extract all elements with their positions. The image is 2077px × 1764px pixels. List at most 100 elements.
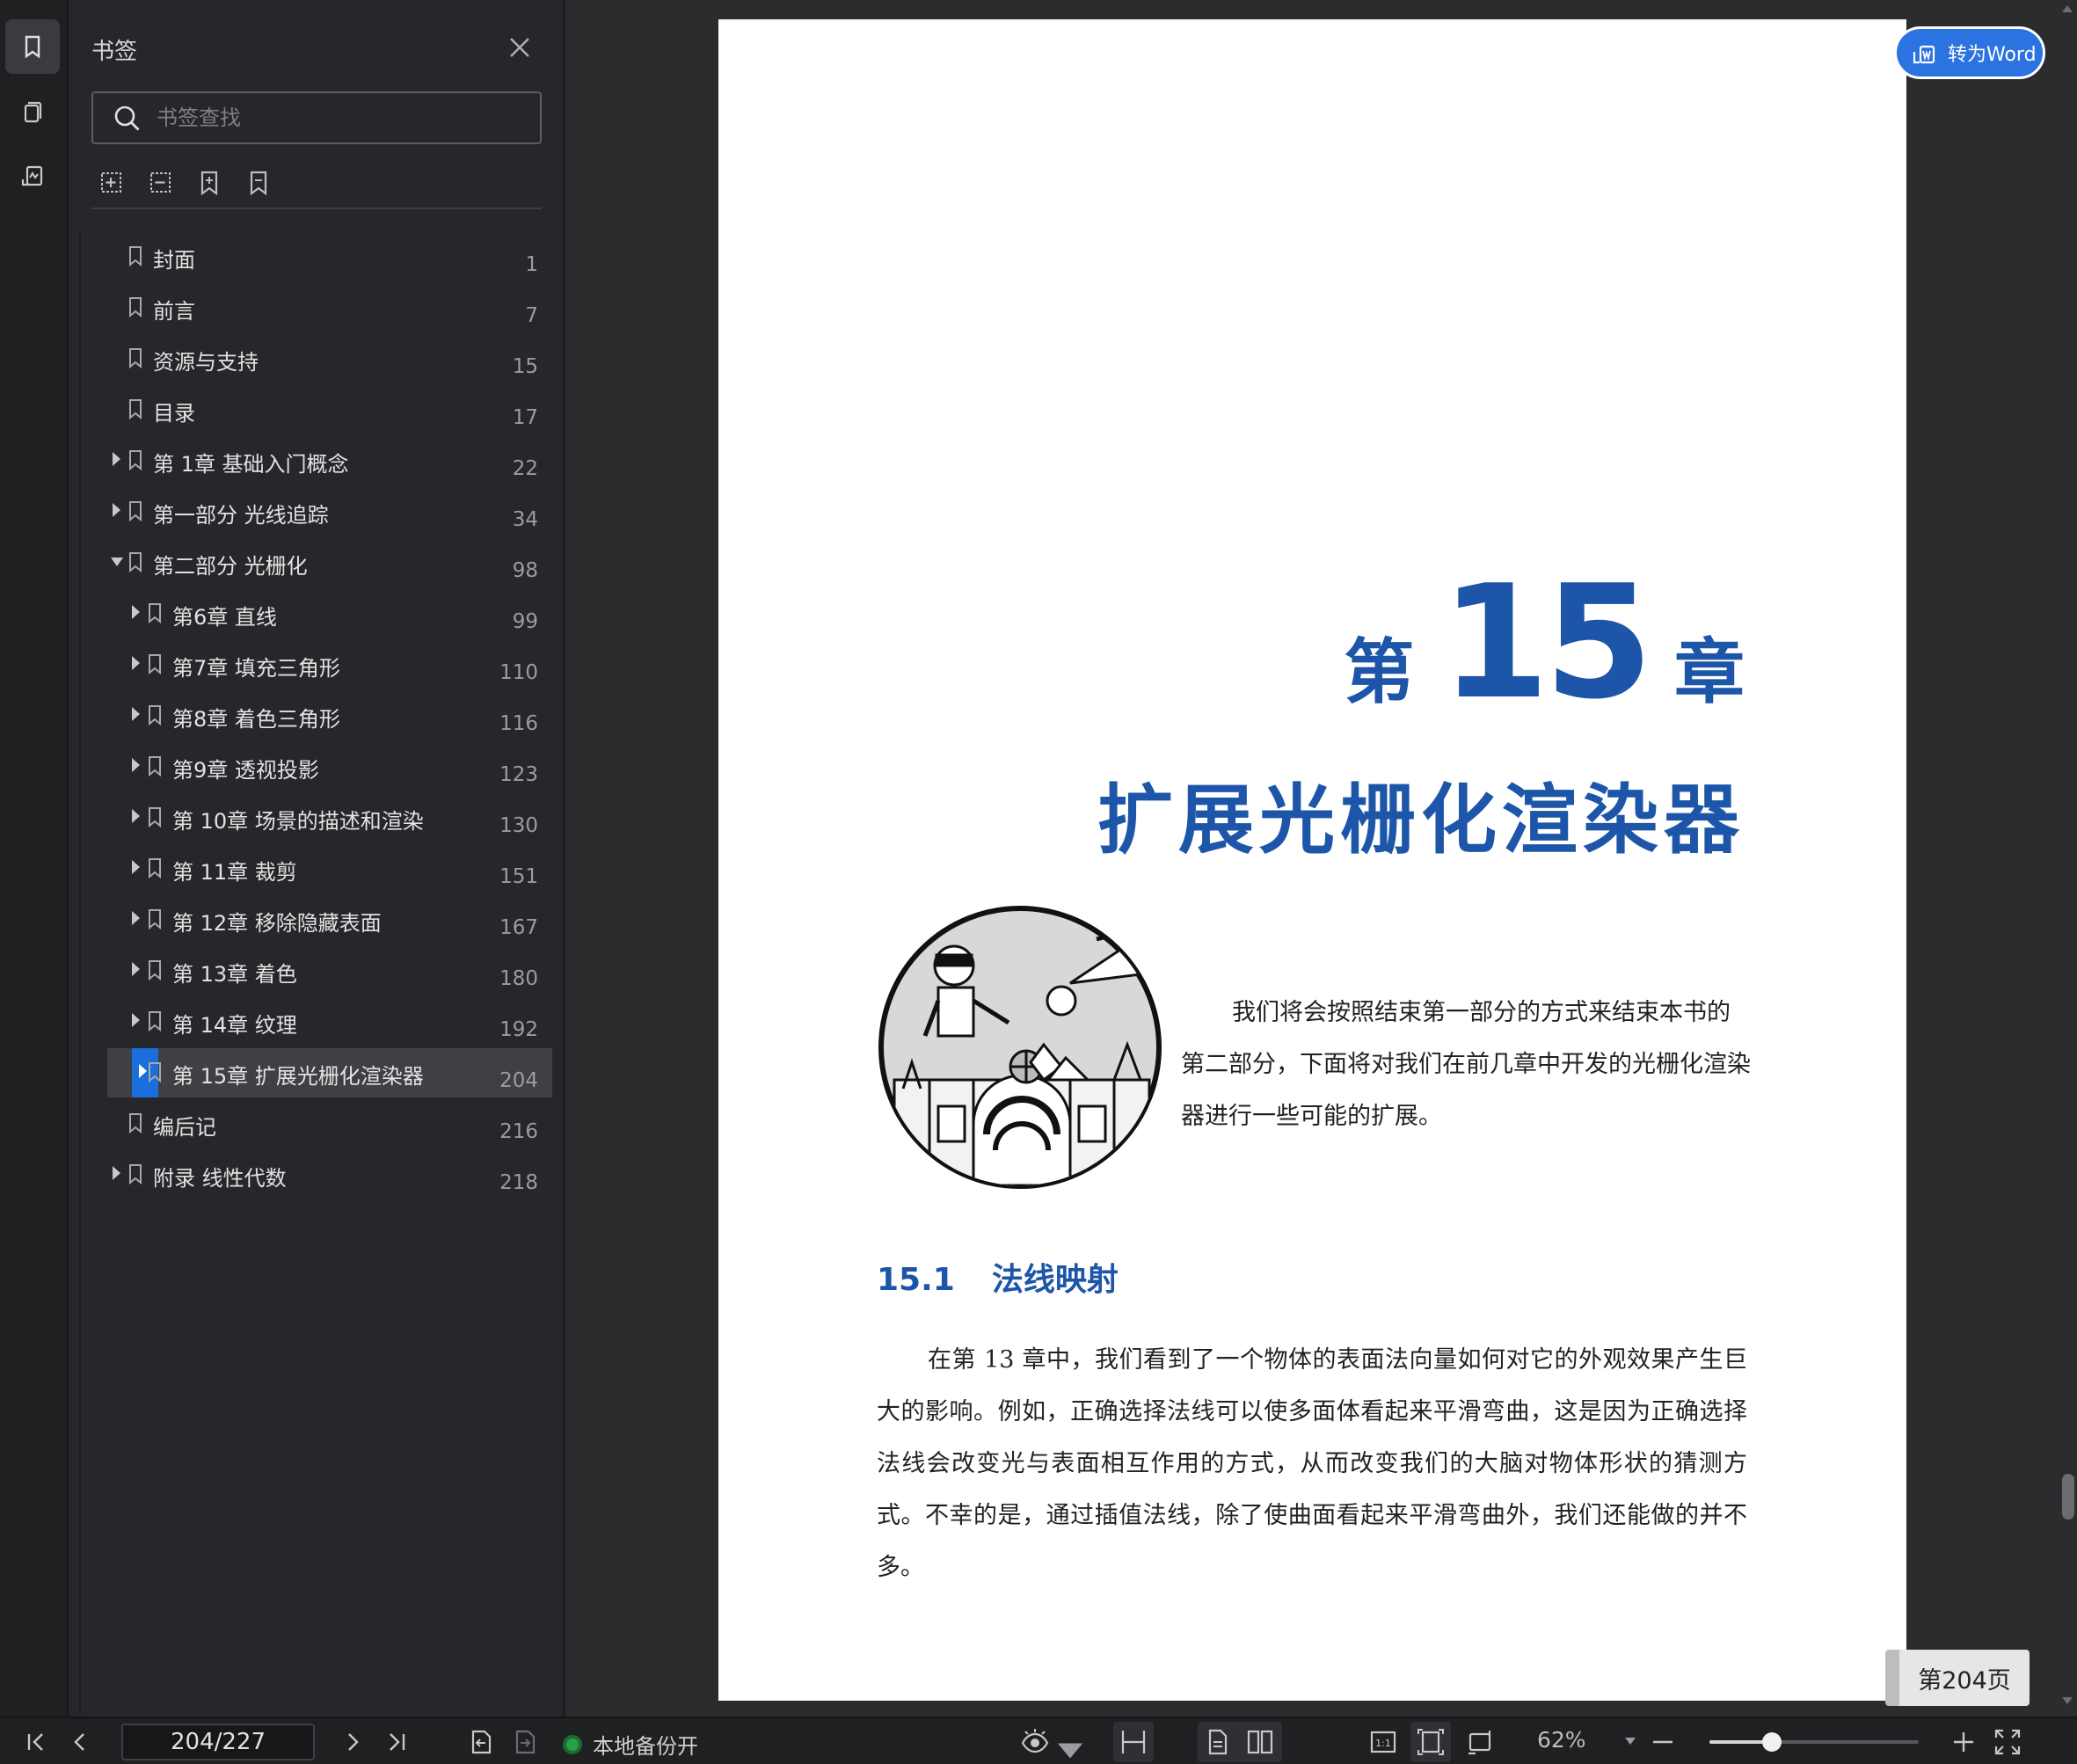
section-heading: 15.1 法线映射 xyxy=(877,1254,1119,1300)
collapse-arrow-icon[interactable] xyxy=(111,558,123,566)
bookmark-item[interactable]: 目录 17 xyxy=(107,385,552,434)
bookmark-icon xyxy=(129,1113,142,1133)
chapter-heading: 第 15 章 xyxy=(1344,565,1745,721)
bookmark-item[interactable]: 编后记 216 xyxy=(107,1099,552,1148)
continuous-scroll-icon xyxy=(1121,1731,1146,1753)
bookmark-item[interactable]: 第二部分 光栅化 98 xyxy=(107,538,552,587)
fit-page-button[interactable] xyxy=(1410,1722,1451,1762)
body-paragraph: 在第 13 章中，我们看到了一个物体的表面法向量如何对它的外观效果产生巨大的影响… xyxy=(877,1334,1747,1593)
chapter-illustration xyxy=(878,906,1162,1189)
bookmark-item[interactable]: 第 14章 纹理 192 xyxy=(107,997,552,1046)
expand-arrow-icon[interactable] xyxy=(113,1166,120,1180)
forward-view-icon[interactable] xyxy=(510,1727,540,1757)
fullscreen-icon[interactable] xyxy=(1993,1727,2022,1757)
bookmark-item[interactable]: 前言 7 xyxy=(107,283,552,332)
bookmark-item[interactable]: 资源与支持 15 xyxy=(107,334,552,383)
last-page-icon[interactable] xyxy=(382,1727,412,1757)
expand-arrow-icon[interactable] xyxy=(132,962,140,976)
eye-menu-caret-icon[interactable] xyxy=(1055,1736,1083,1759)
first-page-icon[interactable] xyxy=(21,1727,51,1757)
bookmark-icon xyxy=(129,552,142,572)
expand-arrow-icon[interactable] xyxy=(132,860,140,874)
double-page-icon[interactable] xyxy=(1245,1727,1275,1757)
single-page-icon[interactable] xyxy=(1203,1727,1233,1757)
bookmark-item[interactable]: 第 10章 场景的描述和渲染 130 xyxy=(107,793,552,842)
expand-arrow-icon[interactable] xyxy=(132,707,140,721)
convert-to-word-label: 转为Word xyxy=(1948,44,2037,66)
expand-arrow-icon[interactable] xyxy=(132,605,140,619)
bookmark-icon xyxy=(149,807,161,827)
actual-size-icon[interactable]: 1:1 xyxy=(1368,1727,1398,1757)
scroll-up-arrow[interactable] xyxy=(2062,5,2073,12)
chapter-number: 15 xyxy=(1440,551,1653,733)
scroll-thumb[interactable] xyxy=(2062,1474,2074,1520)
eye-protection-icon[interactable] xyxy=(1020,1727,1050,1757)
zoom-menu-caret-icon[interactable] xyxy=(1625,1738,1636,1745)
bookmark-item[interactable]: 第 15章 扩展光栅化渲染器 204 xyxy=(107,1048,552,1097)
remove-bookmark-icon[interactable] xyxy=(244,169,276,200)
page-number-input[interactable] xyxy=(121,1724,315,1760)
chapter-prefix: 第 xyxy=(1344,631,1415,713)
close-icon[interactable] xyxy=(506,33,534,62)
convert-to-word-button[interactable]: 转为Word xyxy=(1894,26,2045,79)
add-bookmark-icon[interactable] xyxy=(195,169,227,200)
bookmark-search xyxy=(91,91,542,144)
thumbnail-icon[interactable] xyxy=(5,86,60,141)
bookmark-label: 封面 xyxy=(153,248,195,273)
pdf-page: 第 15 章 扩展光栅化渲染器 我们将会按照结束第一部分的方式来结束本书的第二部… xyxy=(718,19,1906,1701)
bookmark-item[interactable]: 第9章 透视投影 123 xyxy=(107,742,552,791)
bookmark-label: 目录 xyxy=(153,401,195,426)
expand-arrow-icon[interactable] xyxy=(139,1064,147,1078)
bookmark-icon xyxy=(129,450,142,470)
bookmark-panel: 书签 封面 1 前言 7 资源与支持 15 目录 17 第 1章 基础入门概念 22 第一部分 光线… xyxy=(69,0,563,1717)
continuous-scroll-button[interactable] xyxy=(1113,1722,1154,1762)
bookmark-page-number: 180 xyxy=(499,967,538,990)
expand-arrow-icon[interactable] xyxy=(113,452,120,466)
page-layout-group xyxy=(1198,1722,1282,1762)
bookmark-item[interactable]: 第7章 填充三角形 110 xyxy=(107,640,552,689)
bookmark-page-number: 218 xyxy=(499,1171,538,1194)
bookmark-item[interactable]: 第 13章 着色 180 xyxy=(107,946,552,995)
zoom-slider-handle[interactable] xyxy=(1762,1732,1782,1752)
expand-arrow-icon[interactable] xyxy=(132,809,140,823)
search-input[interactable] xyxy=(157,100,526,135)
bookmark-icon xyxy=(149,705,161,725)
collapse-all-icon[interactable] xyxy=(146,169,178,200)
previous-page-icon[interactable] xyxy=(65,1727,95,1757)
bookmark-label: 第 1章 基础入门概念 xyxy=(153,452,349,477)
expand-arrow-icon[interactable] xyxy=(113,503,120,517)
bookmark-page-number: 216 xyxy=(499,1120,538,1143)
expand-arrow-icon[interactable] xyxy=(132,1013,140,1027)
bookmark-item[interactable]: 封面 1 xyxy=(107,232,552,281)
zoom-in-icon[interactable] xyxy=(1949,1727,1979,1757)
zoom-out-icon[interactable] xyxy=(1648,1727,1678,1757)
word-convert-icon xyxy=(1913,45,1935,64)
scroll-down-arrow[interactable] xyxy=(2062,1697,2073,1704)
bookmark-icon[interactable] xyxy=(5,19,60,74)
sign-icon[interactable] xyxy=(5,149,60,204)
svg-text:1:1: 1:1 xyxy=(1375,1738,1391,1749)
bookmark-icon xyxy=(149,1011,161,1031)
bookmark-item[interactable]: 附录 线性代数 218 xyxy=(107,1150,552,1199)
expand-all-icon[interactable] xyxy=(97,169,128,200)
next-page-icon[interactable] xyxy=(338,1727,368,1757)
bookmark-item[interactable]: 第8章 着色三角形 116 xyxy=(107,691,552,740)
vertical-scrollbar[interactable] xyxy=(2055,0,2077,1717)
back-view-icon[interactable] xyxy=(466,1727,496,1757)
rotate-page-icon[interactable] xyxy=(1465,1727,1495,1757)
expand-arrow-icon[interactable] xyxy=(132,656,140,670)
expand-arrow-icon[interactable] xyxy=(132,758,140,772)
bookmark-page-number: 151 xyxy=(499,865,538,888)
section-number: 15.1 xyxy=(877,1262,955,1298)
zoom-level[interactable]: 62% xyxy=(1537,1727,1586,1753)
bookmark-item[interactable]: 第 11章 裁剪 151 xyxy=(107,844,552,893)
bookmark-icon xyxy=(129,297,142,317)
expand-arrow-icon[interactable] xyxy=(132,911,140,925)
bookmark-item[interactable]: 第6章 直线 99 xyxy=(107,589,552,638)
bookmark-item[interactable]: 第一部分 光线追踪 34 xyxy=(107,487,552,536)
bookmark-item[interactable]: 第 1章 基础入门概念 22 xyxy=(107,436,552,485)
bookmark-item[interactable]: 第 12章 移除隐藏表面 167 xyxy=(107,895,552,944)
chapter-suffix: 章 xyxy=(1674,631,1745,713)
local-backup-status[interactable]: 本地备份开 xyxy=(563,1729,698,1760)
bookmark-page-number: 110 xyxy=(499,661,538,684)
